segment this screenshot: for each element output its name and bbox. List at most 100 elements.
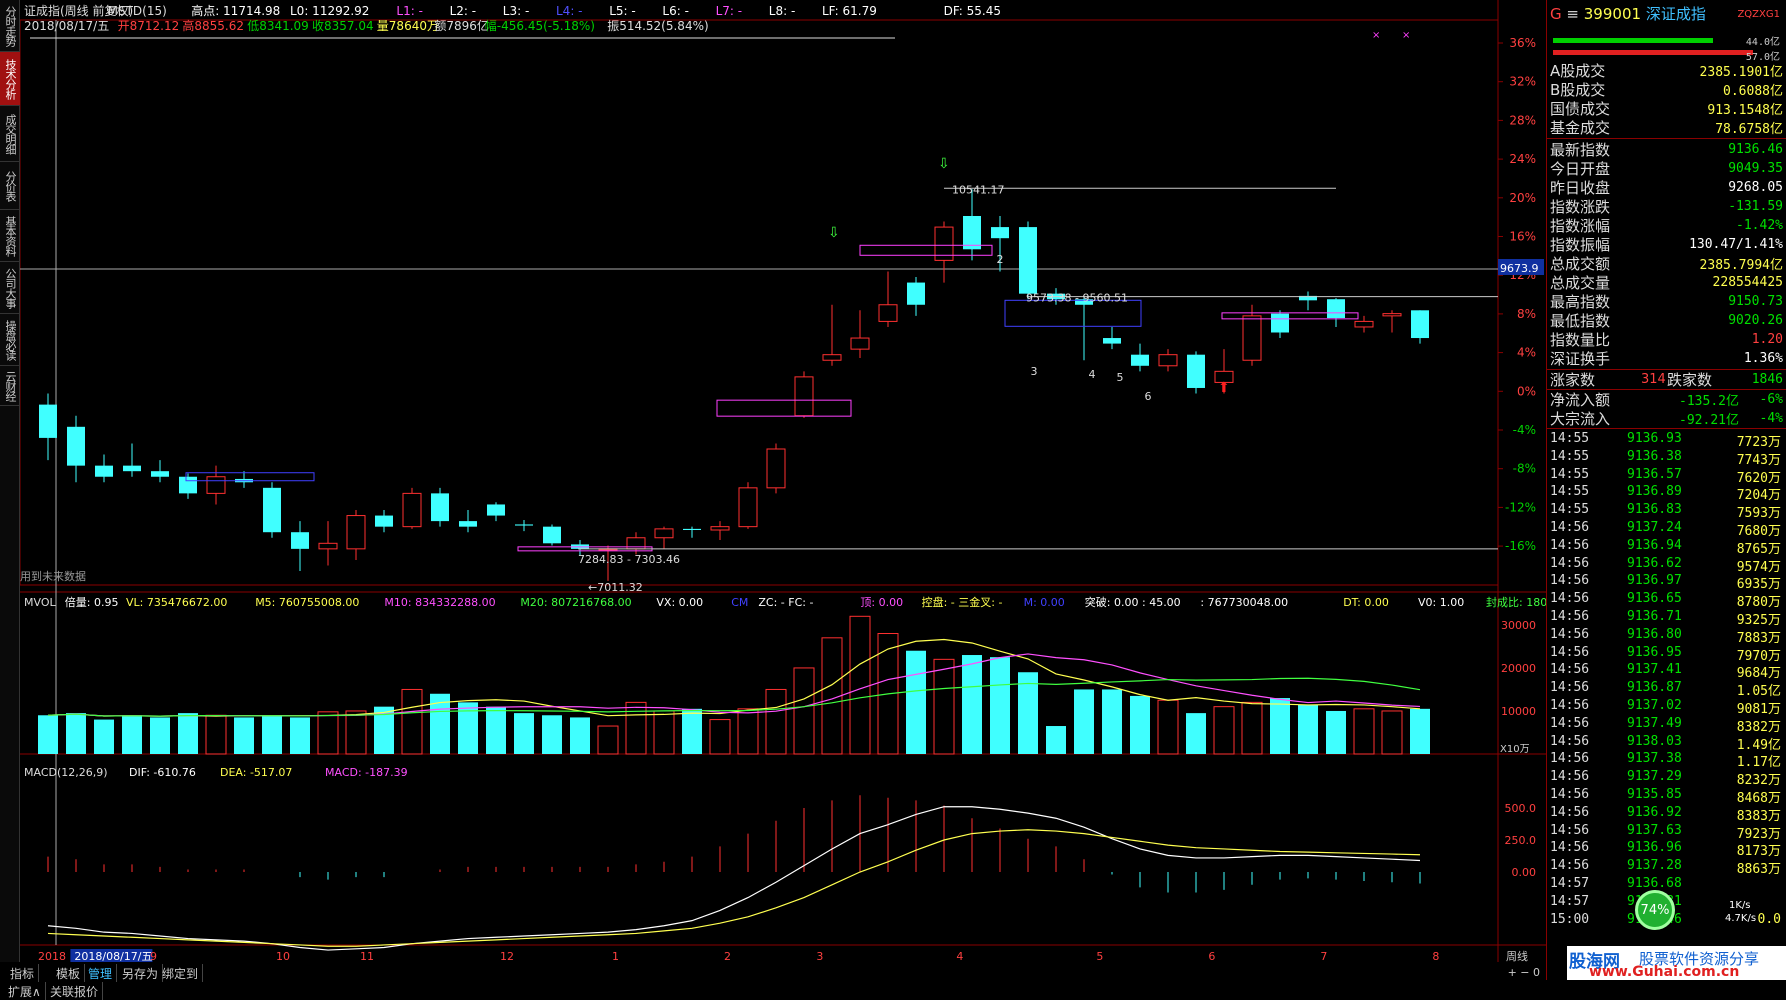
header-item: L6: -	[662, 4, 689, 18]
header-item: L1: -	[396, 4, 423, 18]
pct-tick-label: 16%	[1509, 230, 1536, 244]
volume-bar	[597, 725, 619, 755]
tick-row: 14:55 9136.89 7204万	[1547, 484, 1786, 504]
candle-body	[1187, 354, 1205, 388]
bottom-link-0[interactable]: 扩展∧	[4, 982, 46, 1000]
volume-bar	[793, 667, 815, 755]
volume-bar	[1353, 708, 1375, 755]
bottom-tab-4[interactable]: 绑定到	[158, 964, 204, 982]
candle-body	[1411, 310, 1429, 339]
marker-icon: ×	[1402, 30, 1410, 41]
vol-header-item: MVOL	[24, 596, 56, 609]
index-row-1: 今日开盘 9049.35	[1547, 159, 1786, 178]
crosshair-value: 9673.9	[1500, 262, 1539, 275]
candle-body	[543, 526, 561, 544]
tick-row: 14:56 9137.29 8232万	[1547, 769, 1786, 789]
row-value: 9136.46	[1728, 142, 1783, 157]
sidebar-tab-5[interactable]: 公司大事	[0, 262, 20, 314]
header-item: L7: -	[716, 4, 743, 18]
bottom-tab-3[interactable]: 另存为	[118, 964, 164, 982]
tick-time: 14:56	[1550, 662, 1590, 678]
tick-price: 9136.80	[1627, 626, 1682, 642]
header-info: 高8855.62	[182, 18, 244, 33]
tick-volume: 8780万	[1736, 595, 1781, 611]
volume-bar	[1046, 726, 1066, 754]
row-label: 指数涨跌	[1550, 198, 1611, 216]
candle-body	[766, 448, 786, 489]
bottom-tab-0[interactable]: 指标	[6, 964, 40, 982]
left-sidebar: 分时走势 技术分析 成交明细 分价表 基本资料 公司大事 操盘必读 云财经	[0, 0, 20, 980]
vol-header-item: ZC: - FC: -	[758, 596, 813, 609]
tick-volume: 8232万	[1736, 773, 1781, 789]
candle-body	[963, 215, 981, 250]
row-label: 总成交量	[1550, 274, 1611, 292]
macd-tick-label: 250.0	[1505, 834, 1537, 847]
sidebar-tab-6[interactable]: 操盘必读	[0, 314, 20, 366]
sidebar-tab-0[interactable]: 分时走势	[0, 0, 20, 52]
sidebar-tab-3[interactable]: 分价表	[0, 162, 20, 210]
volume-bar	[709, 719, 731, 755]
x-tick-label: 11	[360, 950, 374, 962]
candle-body	[1354, 320, 1374, 328]
vol-header-item: VX: 0.00	[656, 596, 703, 609]
tick-row: 14:55 9136.93 7723万	[1547, 431, 1786, 450]
flow-pct: -6%	[1759, 392, 1783, 407]
tick-price: 9136.92	[1627, 804, 1682, 820]
candle-body	[1327, 299, 1345, 319]
volume-bar	[1018, 672, 1038, 754]
volume-bar	[262, 715, 282, 754]
high-label: 10541.17	[952, 183, 1005, 196]
menu-icon[interactable]: ≡	[1566, 5, 1579, 23]
x-tick-label: 9	[150, 950, 157, 962]
tick-volume: 9081万	[1736, 702, 1781, 717]
bottom-tab-2[interactable]: 管理	[84, 964, 118, 982]
volume-bar	[933, 658, 955, 755]
flow-label: 净流入额	[1550, 391, 1611, 409]
candle-body	[683, 528, 701, 530]
tick-row: 14:56 9136.65 8780万	[1547, 591, 1786, 611]
row-label: 今日开盘	[1550, 160, 1611, 178]
zoom-controls[interactable]: + − 0	[1508, 966, 1540, 979]
header-item: L4: -	[556, 4, 583, 18]
row-label: B股成交	[1550, 81, 1606, 99]
header-info: 幅-456.45(-5.18%)	[485, 18, 595, 33]
volume-bar	[66, 713, 86, 754]
volume-bar	[234, 717, 254, 754]
tick-row: 14:56 9138.03 1.49亿	[1547, 734, 1786, 753]
row-label: 深证换手	[1550, 350, 1611, 368]
row-value: -1.42%	[1736, 218, 1783, 233]
volume-bar	[1241, 701, 1263, 755]
bottom-tab-1[interactable]: 模板	[52, 964, 86, 982]
sidebar-tab-4[interactable]: 基本资料	[0, 210, 20, 262]
tick-price: 9136.68	[1627, 876, 1682, 891]
sidebar-tab-7[interactable]: 云财经	[0, 366, 20, 406]
sidebar-tab-1[interactable]: 技术分析	[0, 52, 20, 106]
header-item: MSTD(15)	[108, 4, 167, 18]
tick-row: 14:56 9137.41 9684万	[1547, 662, 1786, 681]
speed-gauge[interactable]: 74%	[1635, 890, 1675, 930]
pct-tick-label: -16%	[1505, 539, 1536, 553]
bottom-link-1[interactable]: 关联报价	[46, 982, 104, 1000]
kline-chart[interactable]: 证成指(周线 前复权) MSTD(15) 高点: 11714.98 L0: 11…	[20, 0, 1546, 962]
tick-price: 9136.93	[1627, 431, 1682, 446]
candle-body	[459, 521, 477, 527]
row-label: 最新指数	[1550, 141, 1611, 159]
candle-body	[1382, 313, 1402, 317]
x-tick-label: 4	[956, 950, 963, 962]
tick-volume: 7204万	[1736, 488, 1781, 504]
tick-row: 14:56 9137.38 1.17亿	[1547, 751, 1786, 770]
tick-time: 14:56	[1550, 698, 1590, 713]
tick-row: 14:55 9136.83 7593万	[1547, 502, 1786, 521]
up-count: 314	[1641, 372, 1666, 387]
tick-volume: 7680万	[1736, 524, 1781, 539]
candle-body	[123, 465, 141, 472]
code-header[interactable]: G ≡ 399001 深证成指	[1550, 3, 1706, 24]
tick-volume: 7723万	[1736, 435, 1781, 450]
volume-bar	[178, 713, 198, 754]
tick-price: 9137.63	[1627, 822, 1682, 838]
sidebar-tab-2[interactable]: 成交明细	[0, 106, 20, 162]
row-value: 9020.26	[1728, 313, 1783, 328]
volume-bar	[1410, 708, 1430, 754]
vol-header-item: CM	[731, 596, 748, 609]
volume-bar	[906, 650, 926, 754]
